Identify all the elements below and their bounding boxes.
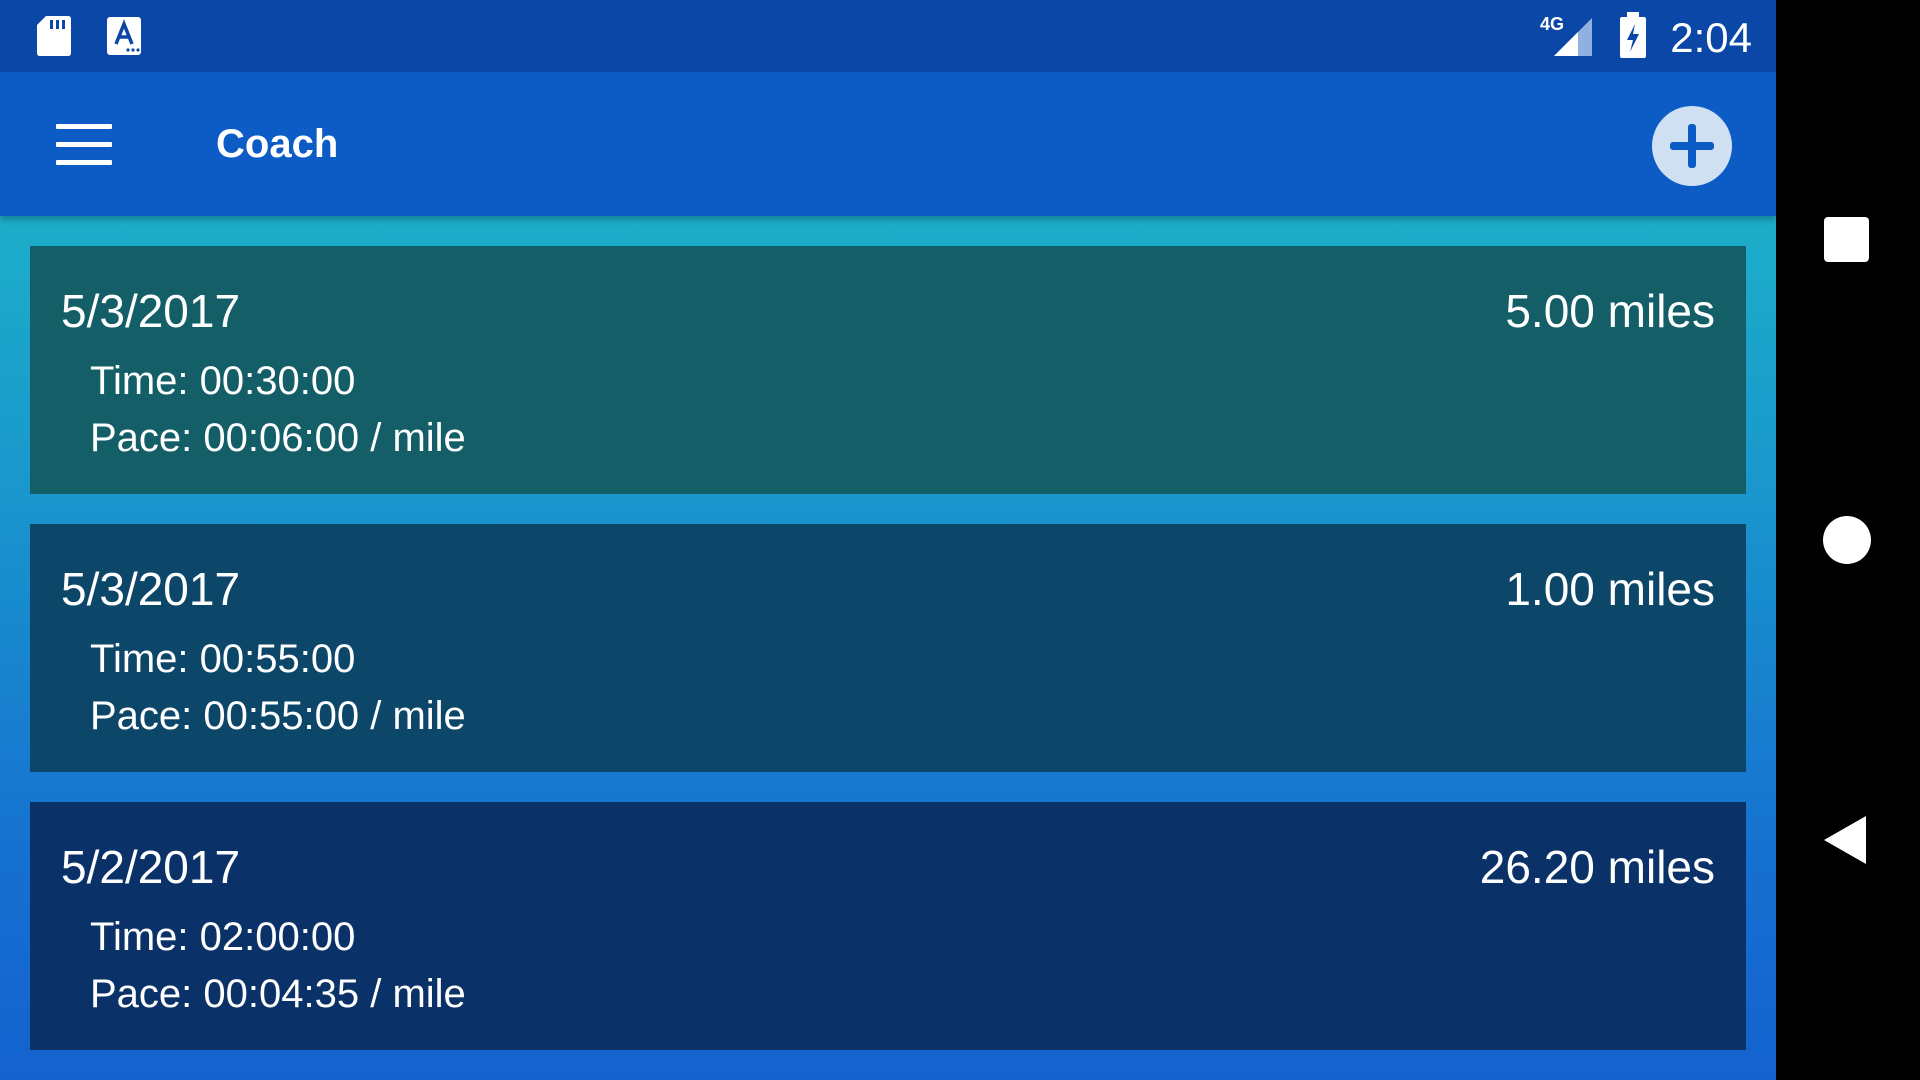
run-card[interactable]: 5/3/2017 1.00 miles Time: 00:55:00 Pace:… xyxy=(30,524,1746,772)
system-nav-bar xyxy=(1776,0,1920,1080)
run-date: 5/3/2017 xyxy=(61,563,241,615)
text-a-icon xyxy=(106,16,142,61)
run-pace: Pace: 00:04:35 / mile xyxy=(90,972,466,1016)
back-triangle-icon[interactable] xyxy=(1824,816,1866,864)
network-type-label: 4G xyxy=(1540,14,1564,34)
signal-icon: 4G xyxy=(1540,10,1596,65)
run-date: 5/2/2017 xyxy=(61,841,241,893)
run-card[interactable]: 5/2/2017 26.20 miles Time: 02:00:00 Pace… xyxy=(30,802,1746,1050)
page-title: Coach xyxy=(216,122,339,166)
run-distance: 1.00 miles xyxy=(1505,563,1715,615)
status-left-icons xyxy=(36,14,142,63)
run-card[interactable]: 5/3/2017 5.00 miles Time: 00:30:00 Pace:… xyxy=(30,246,1746,494)
add-run-button[interactable] xyxy=(1652,106,1732,186)
app-screen: 4G 2:04 Coach 5/3/2017 5.00 miles Time: … xyxy=(0,0,1776,1080)
status-time: 2:04 xyxy=(1670,13,1752,61)
sd-card-icon xyxy=(36,14,72,63)
home-circle-icon[interactable] xyxy=(1823,516,1871,564)
run-pace: Pace: 00:06:00 / mile xyxy=(90,416,466,460)
recents-square-icon[interactable] xyxy=(1824,217,1869,262)
status-right-icons: 4G 2:04 xyxy=(1540,10,1752,65)
run-time: Time: 02:00:00 xyxy=(90,915,356,959)
run-distance: 5.00 miles xyxy=(1505,285,1715,337)
run-time: Time: 00:30:00 xyxy=(90,359,356,403)
battery-charging-icon xyxy=(1618,10,1648,65)
run-time: Time: 00:55:00 xyxy=(90,637,356,681)
run-date: 5/3/2017 xyxy=(61,285,241,337)
run-pace: Pace: 00:55:00 / mile xyxy=(90,694,466,738)
app-bar: Coach xyxy=(0,72,1776,216)
run-distance: 26.20 miles xyxy=(1479,841,1715,893)
status-bar: 4G 2:04 xyxy=(0,0,1776,72)
hamburger-menu-icon[interactable] xyxy=(44,116,124,172)
